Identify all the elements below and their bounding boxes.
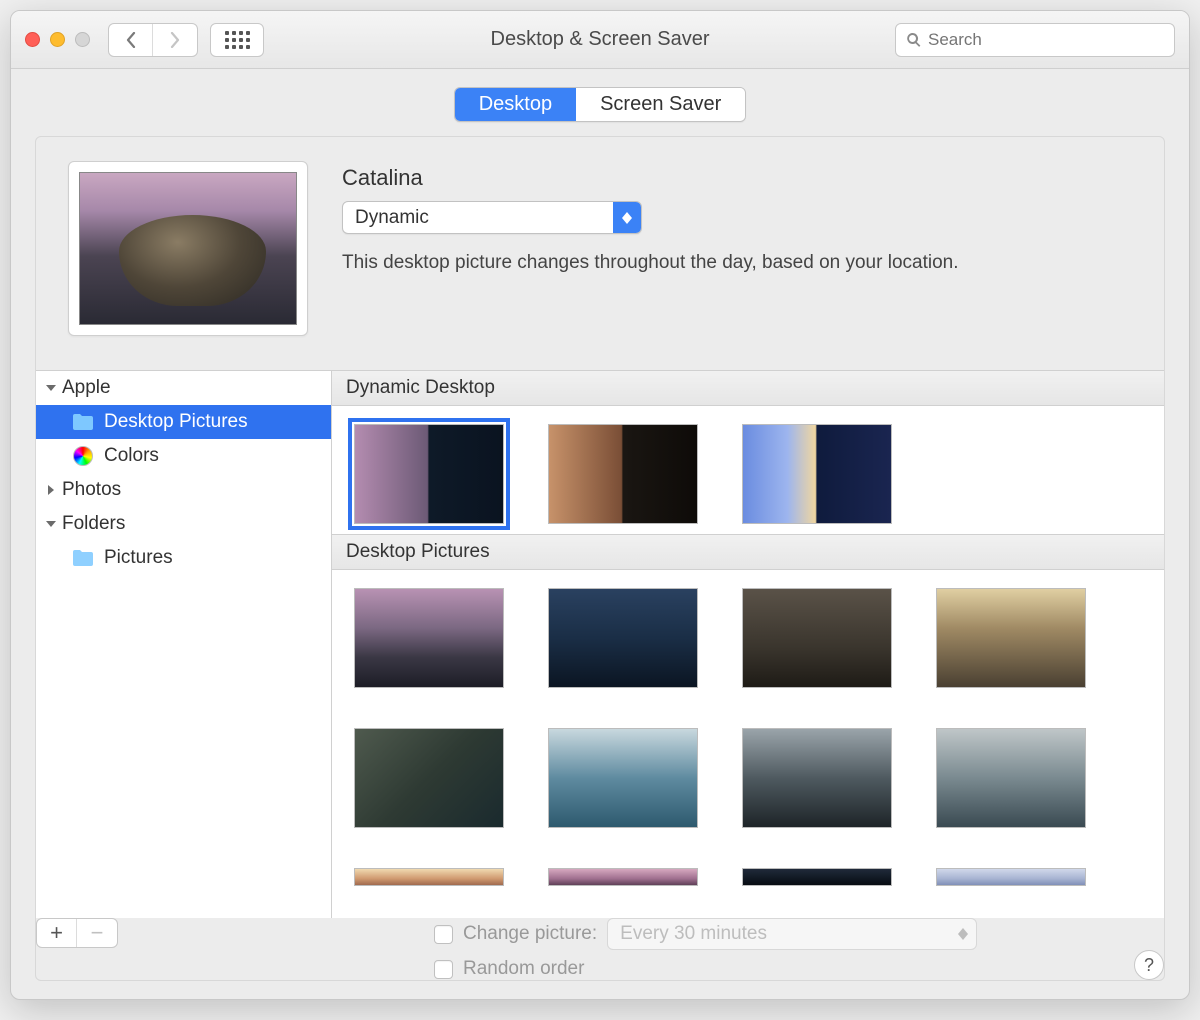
current-wallpaper-row: Catalina Dynamic This desktop picture ch… — [36, 161, 1164, 336]
sidebar-item-apple[interactable]: Apple — [36, 371, 331, 405]
wallpaper-thumb[interactable] — [936, 588, 1086, 688]
add-remove-buttons: + − — [36, 918, 118, 948]
thumb-catalina-dynamic[interactable] — [354, 424, 504, 524]
grid-icon — [225, 31, 250, 49]
sidebar-label: Folders — [62, 513, 125, 535]
stepper-icon — [613, 202, 641, 233]
wallpaper-description: This desktop picture changes throughout … — [342, 252, 1132, 274]
tab-screensaver[interactable]: Screen Saver — [576, 88, 745, 121]
options: Change picture: Every 30 minutes Random … — [434, 918, 977, 980]
sidebar-label: Colors — [104, 445, 159, 467]
tab-switcher: Desktop Screen Saver — [454, 87, 747, 122]
change-picture-label: Change picture: — [463, 923, 597, 945]
preferences-window: Desktop & Screen Saver Desktop Screen Sa… — [10, 10, 1190, 1000]
zoom-button — [75, 32, 90, 47]
thumb-mojave-dynamic[interactable] — [548, 424, 698, 524]
pictures-grid — [332, 570, 1164, 896]
minimize-button[interactable] — [50, 32, 65, 47]
mode-popup[interactable]: Dynamic — [342, 201, 642, 234]
interval-popup: Every 30 minutes — [607, 918, 977, 950]
wallpaper-thumb[interactable] — [354, 588, 504, 688]
color-wheel-icon — [72, 445, 94, 467]
current-preview-frame — [68, 161, 308, 336]
disclosure-down-icon — [44, 381, 58, 395]
current-preview-image — [79, 172, 297, 325]
wallpaper-collection[interactable]: Dynamic Desktop Desktop Pictures — [332, 371, 1164, 918]
source-sidebar: Apple Desktop Pictures Colors Pho — [36, 371, 332, 918]
interval-popup-label: Every 30 minutes — [608, 919, 950, 949]
forward-button[interactable] — [153, 24, 197, 56]
thumb-solar-gradients[interactable] — [742, 424, 892, 524]
sidebar-label: Photos — [62, 479, 121, 501]
wallpaper-thumb[interactable] — [548, 588, 698, 688]
wallpaper-thumb[interactable] — [936, 728, 1086, 828]
back-button[interactable] — [109, 24, 153, 56]
nav-buttons — [108, 23, 198, 57]
desktop-panel: Catalina Dynamic This desktop picture ch… — [35, 136, 1165, 981]
sidebar-label: Desktop Pictures — [104, 411, 248, 433]
random-order-checkbox[interactable] — [434, 960, 453, 979]
wallpaper-thumb[interactable] — [354, 728, 504, 828]
search-field[interactable] — [895, 23, 1175, 57]
sidebar-item-folders[interactable]: Folders — [36, 507, 331, 541]
browser: Apple Desktop Pictures Colors Pho — [36, 370, 1164, 918]
add-folder-button[interactable]: + — [37, 919, 77, 947]
random-order-label: Random order — [463, 958, 584, 980]
dynamic-grid — [332, 406, 1164, 534]
wallpaper-name: Catalina — [342, 165, 1132, 191]
remove-folder-button: − — [77, 919, 117, 947]
change-picture-option: Change picture: Every 30 minutes — [434, 918, 977, 950]
close-button[interactable] — [25, 32, 40, 47]
sidebar-item-colors[interactable]: Colors — [36, 439, 331, 473]
folder-icon — [72, 547, 94, 569]
sidebar-label: Pictures — [104, 547, 173, 569]
change-picture-checkbox[interactable] — [434, 925, 453, 944]
window-title: Desktop & Screen Saver — [491, 28, 710, 51]
window-controls — [25, 32, 90, 47]
wallpaper-thumb[interactable] — [354, 868, 504, 886]
content: Desktop Screen Saver Catalina Dynamic — [11, 69, 1189, 999]
titlebar: Desktop & Screen Saver — [11, 11, 1189, 69]
search-input[interactable] — [928, 30, 1164, 50]
wallpaper-thumb[interactable] — [548, 868, 698, 886]
sidebar-item-photos[interactable]: Photos — [36, 473, 331, 507]
bottom-bar: + − Change picture: Every 30 minutes — [36, 918, 1164, 980]
stepper-icon — [950, 919, 976, 949]
disclosure-right-icon — [44, 483, 58, 497]
disclosure-down-icon — [44, 517, 58, 531]
wallpaper-thumb[interactable] — [742, 868, 892, 886]
show-all-button[interactable] — [210, 23, 264, 57]
sidebar-item-desktop-pictures[interactable]: Desktop Pictures — [36, 405, 331, 439]
sidebar-label: Apple — [62, 377, 111, 399]
tab-desktop[interactable]: Desktop — [455, 88, 576, 121]
mode-popup-label: Dynamic — [343, 202, 613, 233]
folder-icon — [72, 411, 94, 433]
current-info: Catalina Dynamic This desktop picture ch… — [342, 161, 1132, 336]
section-header-pictures: Desktop Pictures — [332, 534, 1164, 570]
wallpaper-thumb[interactable] — [742, 728, 892, 828]
help-button[interactable]: ? — [1134, 950, 1164, 980]
random-order-option: Random order — [434, 958, 977, 980]
sidebar-item-pictures-folder[interactable]: Pictures — [36, 541, 331, 575]
section-header-dynamic: Dynamic Desktop — [332, 371, 1164, 406]
wallpaper-thumb[interactable] — [742, 588, 892, 688]
wallpaper-thumb[interactable] — [936, 868, 1086, 886]
search-icon — [906, 32, 922, 48]
wallpaper-thumb[interactable] — [548, 728, 698, 828]
